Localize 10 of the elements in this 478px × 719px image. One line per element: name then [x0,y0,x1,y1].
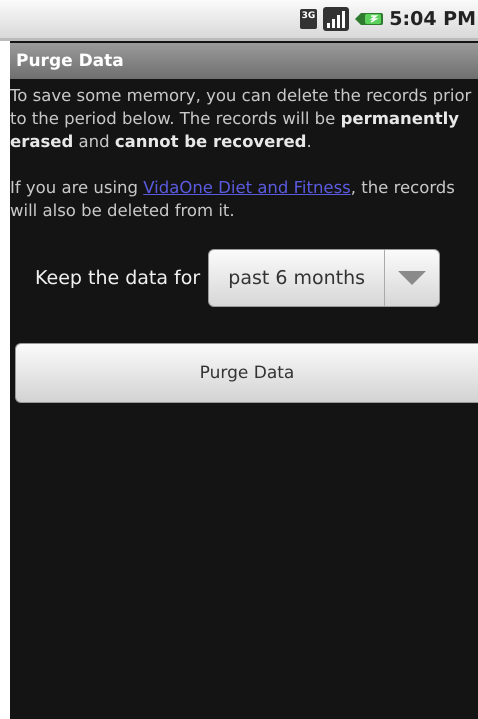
info-paragraph: To save some memory, you can delete the records prior to the period below. The records will be permanently erased and cannot be recovered. [10,85,472,153]
window-title: Purge Data [16,51,124,71]
info-paragraph: If you are using VidaOne Diet and Fitness, the records will also be deleted from it. [10,177,456,222]
signal-icon [323,7,350,31]
period-dropdown[interactable]: past 6 months [208,249,440,307]
caret-icon [398,271,426,285]
network-icon: 3G [300,9,318,29]
purge-button[interactable]: Purge Data [15,343,478,403]
clock-time: 5:04 PM [389,8,476,30]
keep-label: Keep the data for [35,266,200,290]
